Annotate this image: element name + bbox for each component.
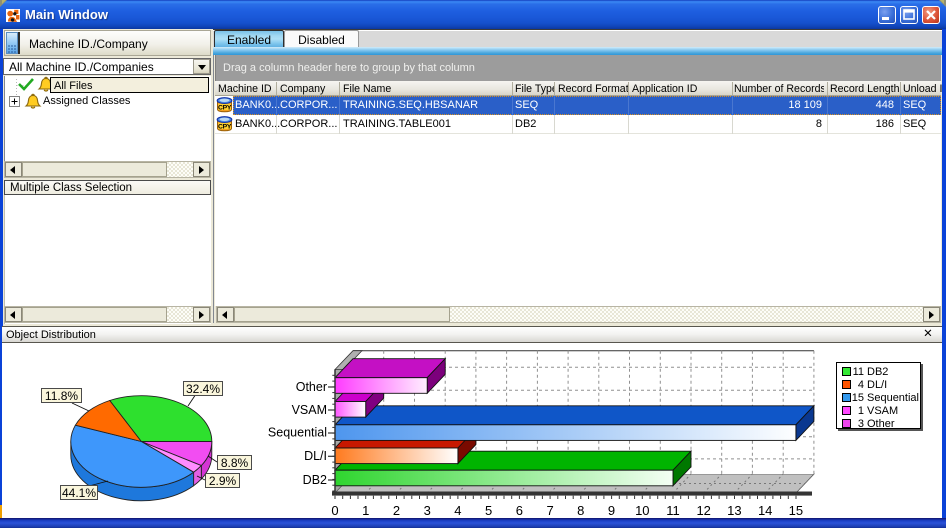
- svg-text:9: 9: [608, 503, 615, 518]
- svg-text:DB2: DB2: [303, 473, 327, 487]
- svg-text:6: 6: [516, 503, 523, 518]
- svg-text:4: 4: [454, 503, 461, 518]
- svg-text:11: 11: [666, 503, 680, 518]
- svg-text:1: 1: [362, 503, 369, 518]
- svg-text:VSAM: VSAM: [292, 403, 327, 417]
- svg-text:10: 10: [635, 503, 649, 518]
- svg-text:13: 13: [727, 503, 741, 518]
- svg-text:DL/I: DL/I: [304, 449, 327, 463]
- svg-text:8: 8: [577, 503, 584, 518]
- svg-text:3: 3: [424, 503, 431, 518]
- svg-text:Sequential: Sequential: [268, 426, 327, 440]
- svg-text:5: 5: [485, 503, 492, 518]
- svg-text:12: 12: [696, 503, 710, 518]
- svg-text:0: 0: [331, 503, 338, 518]
- svg-text:2: 2: [393, 503, 400, 518]
- svg-text:15: 15: [789, 503, 803, 518]
- svg-text:14: 14: [758, 503, 772, 518]
- svg-text:7: 7: [546, 503, 553, 518]
- svg-text:Other: Other: [296, 380, 327, 394]
